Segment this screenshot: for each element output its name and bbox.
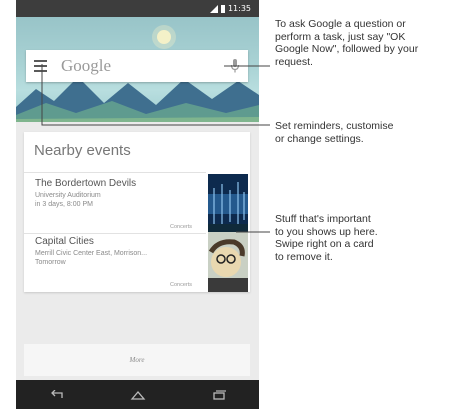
event-time: in 3 days, 8:00 PM <box>35 201 93 208</box>
signal-icon <box>209 4 218 13</box>
event-thumbnail <box>208 174 248 234</box>
event-category: Concerts <box>169 282 192 288</box>
callout-line: To ask Google a question or <box>275 18 406 30</box>
google-now-header: Google <box>16 17 259 122</box>
callout-line: to remove it. <box>275 250 333 263</box>
back-icon[interactable] <box>44 386 70 404</box>
event-venue: Merrill Civic Center East, Morrison... <box>35 250 148 257</box>
phone-screen: 11:35 Google Nearby events The Bordertow… <box>16 0 259 409</box>
home-icon[interactable] <box>125 386 151 404</box>
google-logo-text: Google <box>61 56 112 75</box>
search-bar[interactable]: Google <box>26 50 248 82</box>
event-item[interactable]: Capital Cities Merrill Civic Center East… <box>24 232 250 292</box>
callout-line: Google Now", followed by your <box>275 43 419 55</box>
event-name: Capital Cities <box>35 236 94 247</box>
event-thumbnail <box>208 232 248 292</box>
callout-line: Set reminders, customise <box>275 120 394 132</box>
recents-icon[interactable] <box>206 386 232 404</box>
callout-line: Stuff that's important <box>275 213 371 225</box>
menu-icon[interactable] <box>34 60 47 72</box>
divider <box>24 172 206 173</box>
status-time: 11:35 <box>227 4 251 13</box>
mic-icon[interactable] <box>230 58 240 74</box>
event-item[interactable]: The Bordertown Devils University Auditor… <box>24 174 250 234</box>
status-bar: 11:35 <box>16 0 259 17</box>
callout-line: Swipe right on a card <box>275 238 374 250</box>
event-time: Tomorrow <box>35 259 66 266</box>
event-name: The Bordertown Devils <box>35 178 137 189</box>
callout-line: to you shows up here. <box>275 225 378 238</box>
cards-feed: Nearby events The Bordertown Devils Univ… <box>16 122 259 380</box>
navigation-bar <box>16 380 259 409</box>
event-venue: University Auditorium <box>35 192 101 199</box>
battery-icon <box>220 4 225 13</box>
event-category: Concerts <box>169 224 192 230</box>
callout-line: perform a task, just say "OK <box>275 30 406 43</box>
callout-ok-google: To ask Google a question or perform a ta… <box>275 18 418 68</box>
callout-line: request. <box>275 55 313 68</box>
callout-settings: Set reminders, customise or change setti… <box>275 120 393 145</box>
nearby-events-card[interactable]: Nearby events The Bordertown Devils Univ… <box>24 132 250 292</box>
callout-cards: Stuff that's important to you shows up h… <box>275 213 378 263</box>
card-title: Nearby events <box>34 142 131 159</box>
more-button[interactable]: More <box>24 344 250 376</box>
callout-line: or change settings. <box>275 132 364 145</box>
